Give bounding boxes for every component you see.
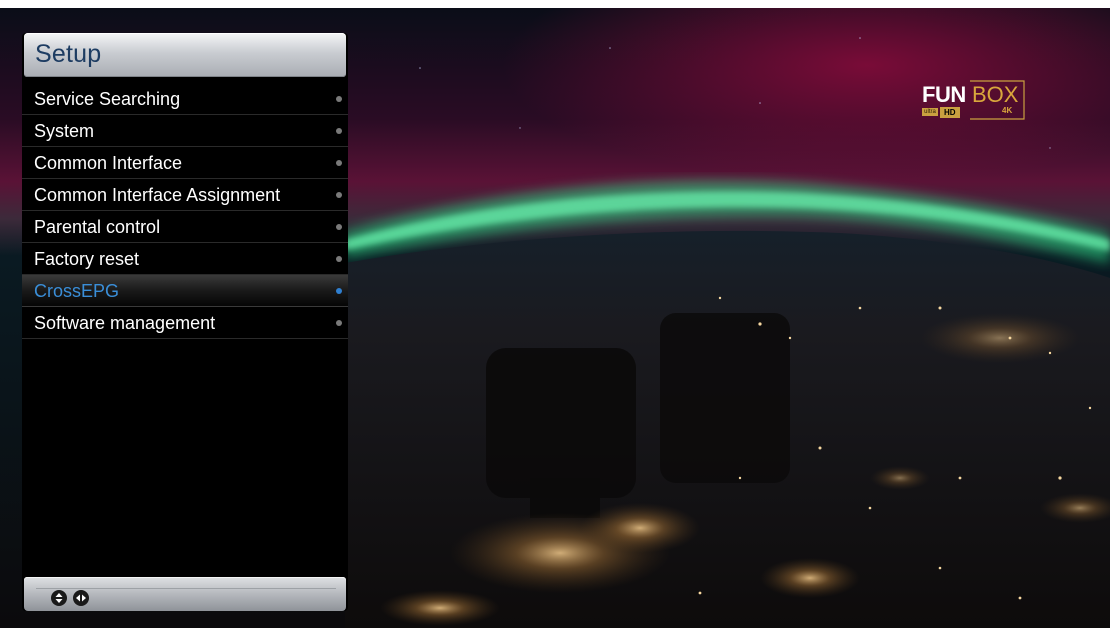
funbox-4k-logo: FUN BOX ultra HD 4K xyxy=(920,76,1030,122)
left-right-arrows-icon xyxy=(73,590,89,606)
bullet-icon xyxy=(336,256,342,262)
bullet-icon xyxy=(336,192,342,198)
menu-item-label: Software management xyxy=(34,313,216,333)
menu-list: Service Searching System Common Interfac… xyxy=(22,83,348,339)
footer-divider xyxy=(36,588,336,589)
menu-item-label: CrossEPG xyxy=(34,281,120,301)
menu-item-software-management[interactable]: Software management xyxy=(22,307,348,339)
bullet-icon xyxy=(336,128,342,134)
logo-hd-badge: HD xyxy=(940,107,960,118)
bullet-icon xyxy=(336,288,342,294)
menu-footer-bar xyxy=(24,577,346,611)
menu-item-label: System xyxy=(34,121,95,141)
bullet-icon xyxy=(336,224,342,230)
tv-screen: FUN BOX ultra HD 4K Setup Service Search… xyxy=(0,8,1110,628)
menu-item-label: Common Interface Assignment xyxy=(34,185,281,205)
menu-item-factory-reset[interactable]: Factory reset xyxy=(22,243,348,275)
logo-4k-text: 4K xyxy=(1002,106,1013,115)
bullet-icon xyxy=(336,320,342,326)
menu-item-common-interface-assignment[interactable]: Common Interface Assignment xyxy=(22,179,348,211)
menu-item-parental-control[interactable]: Parental control xyxy=(22,211,348,243)
logo-box-text: BOX xyxy=(972,82,1019,107)
bullet-icon xyxy=(336,160,342,166)
setup-menu-panel: Setup Service Searching System Common In… xyxy=(22,33,348,611)
menu-item-crossepg[interactable]: CrossEPG xyxy=(22,275,348,307)
menu-title: Setup xyxy=(35,40,102,68)
logo-ultra-badge: ultra xyxy=(922,108,938,116)
menu-item-label: Common Interface xyxy=(34,153,183,173)
logo-fun-text: FUN xyxy=(922,82,966,107)
bullet-icon xyxy=(336,96,342,102)
menu-item-system[interactable]: System xyxy=(22,115,348,147)
menu-item-label: Factory reset xyxy=(34,249,140,269)
menu-item-common-interface[interactable]: Common Interface xyxy=(22,147,348,179)
up-down-arrows-icon xyxy=(51,590,67,606)
menu-item-service-searching[interactable]: Service Searching xyxy=(22,83,348,115)
menu-item-label: Parental control xyxy=(34,217,161,237)
menu-title-bar: Setup xyxy=(24,33,346,77)
menu-item-label: Service Searching xyxy=(34,89,181,109)
